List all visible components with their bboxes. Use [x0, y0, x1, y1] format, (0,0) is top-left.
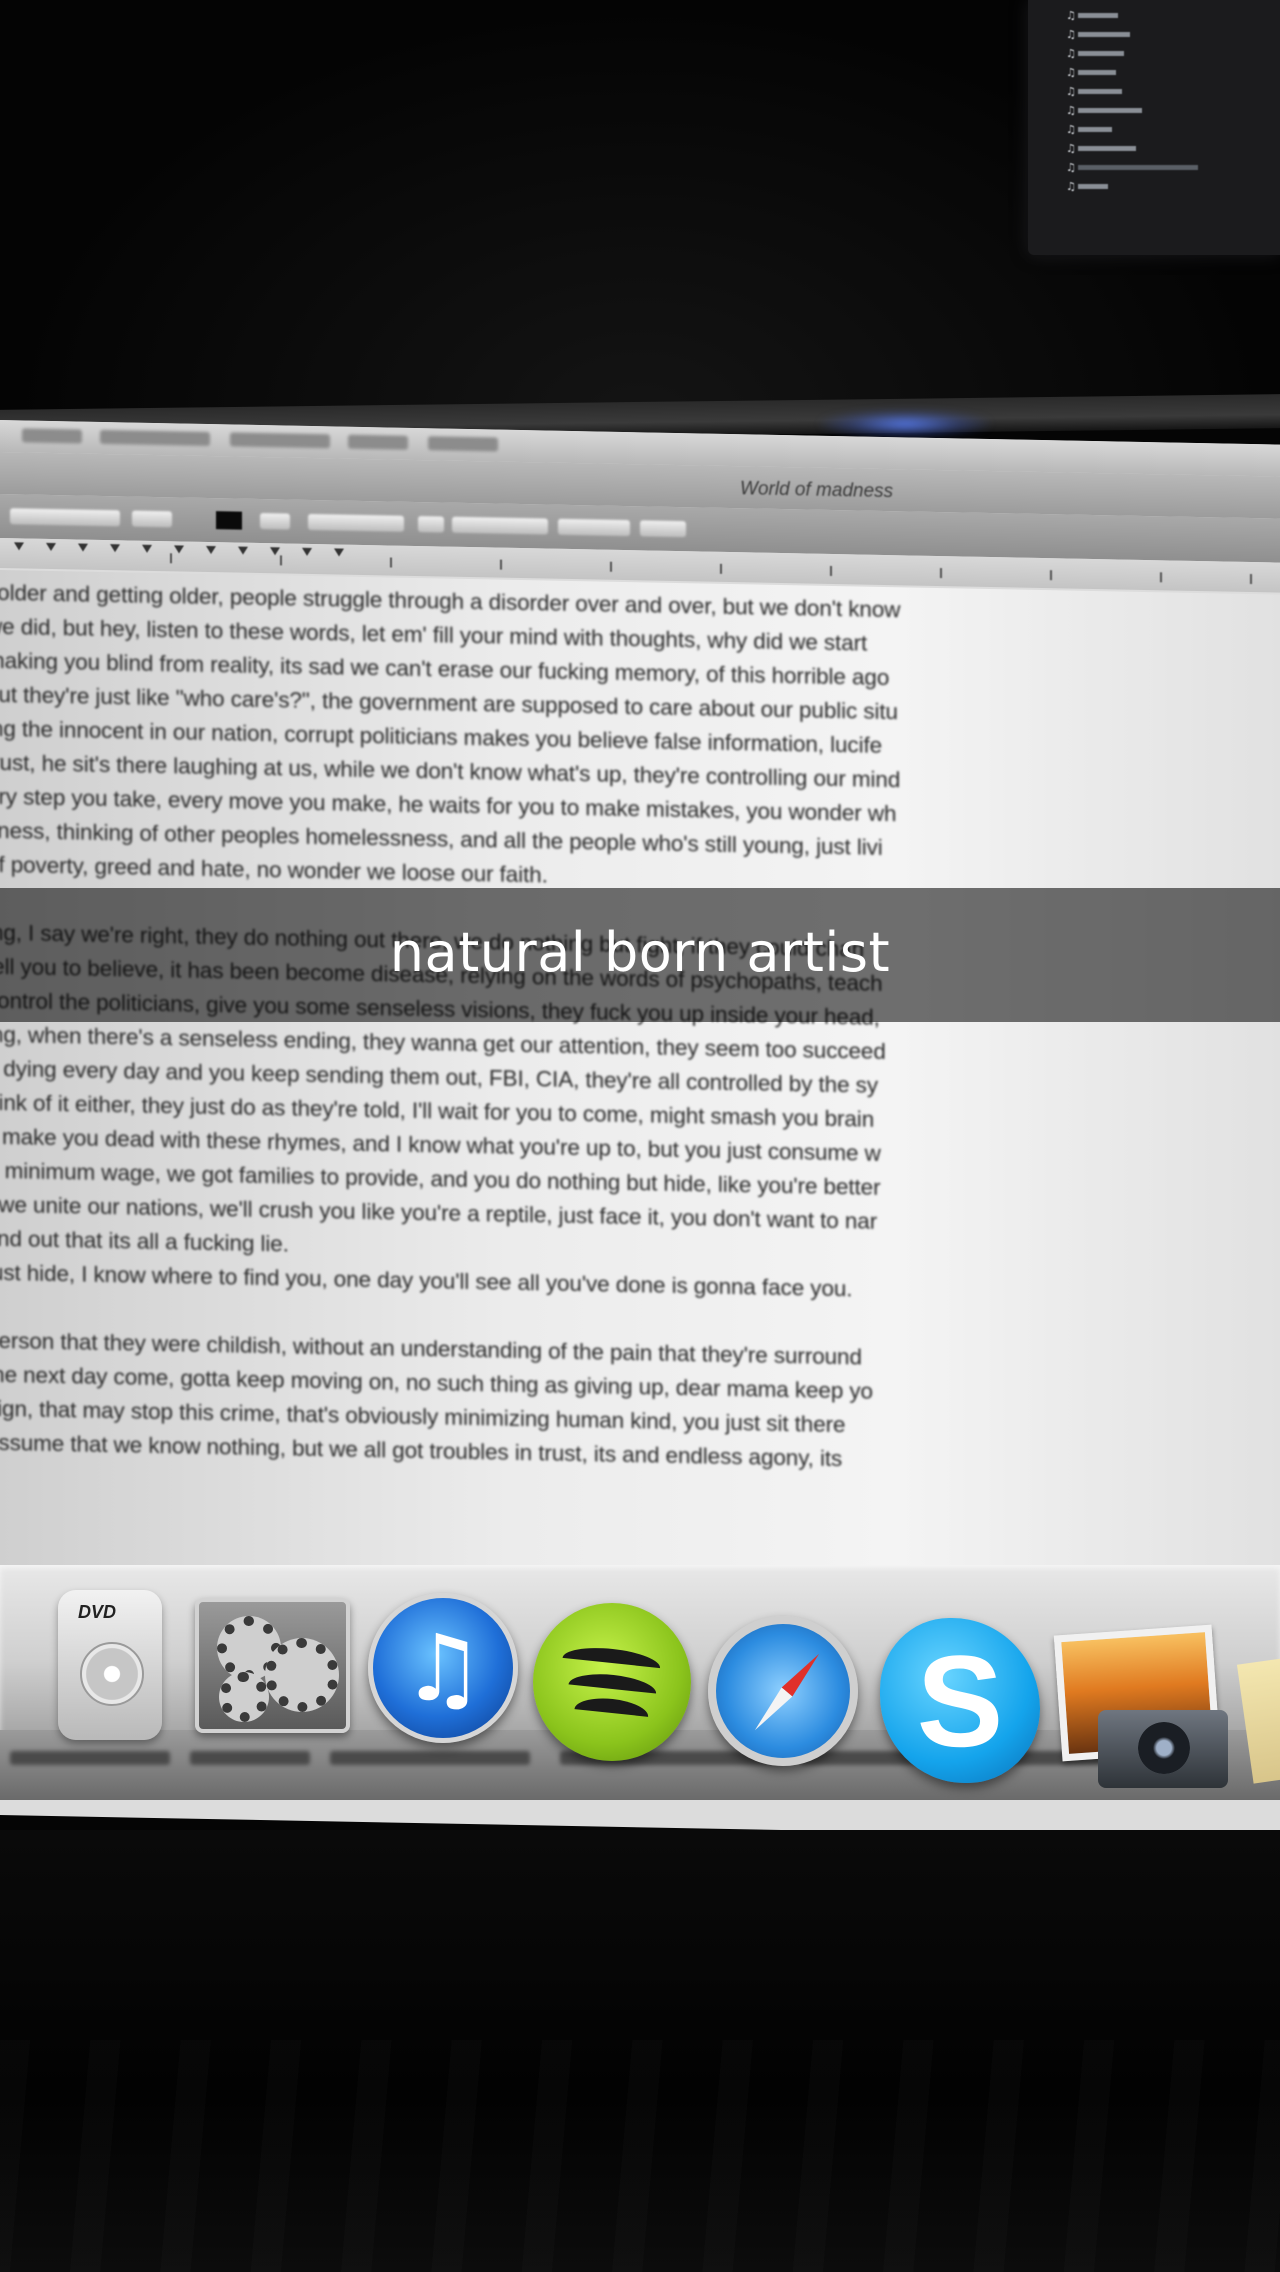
- tab-stop[interactable]: [78, 543, 88, 552]
- playlist-row[interactable]: ♫: [1066, 63, 1280, 82]
- itunes-icon[interactable]: ♫: [368, 1593, 518, 1743]
- iphoto-icon[interactable]: [1053, 1624, 1228, 1795]
- text-color-swatch[interactable]: [216, 511, 242, 530]
- lyrics-text: colder and getting older, people struggl…: [0, 576, 1280, 1487]
- tab-stop[interactable]: [238, 546, 248, 555]
- menu-item[interactable]: [100, 429, 210, 447]
- playlist-row[interactable]: ♫: [1066, 101, 1280, 120]
- playlist-row[interactable]: ♫: [1066, 139, 1280, 158]
- tab-stop[interactable]: [110, 544, 120, 553]
- menu-item[interactable]: [428, 436, 498, 452]
- tab-stop[interactable]: [142, 544, 152, 553]
- playlist-row[interactable]: ♫: [1066, 177, 1280, 196]
- tab-stop[interactable]: [174, 545, 184, 554]
- playlist-row[interactable]: ♫: [1066, 25, 1280, 44]
- tab-stop[interactable]: [46, 542, 56, 552]
- tab-stop[interactable]: [270, 547, 280, 556]
- ruler-tick: [500, 559, 502, 570]
- music-note-icon: ♫: [1066, 66, 1076, 79]
- camera-icon: [1098, 1710, 1228, 1788]
- desk-texture: [0, 2040, 1280, 2272]
- music-note-icon: ♫: [1066, 142, 1076, 155]
- compass-needle-icon: [749, 1687, 793, 1735]
- disc-icon: [80, 1642, 144, 1706]
- list-dropdown[interactable]: [640, 520, 686, 538]
- align-group[interactable]: [452, 516, 548, 535]
- caption-bar: natural born artist: [0, 888, 1280, 1022]
- bold-italic-group[interactable]: [308, 513, 404, 532]
- music-note-icon: ♫: [401, 1614, 485, 1722]
- document-title: World of madness: [740, 478, 894, 503]
- ruler-tick: [830, 565, 832, 576]
- spacing-dropdown[interactable]: [558, 518, 630, 537]
- ruler-tick: [1050, 570, 1052, 581]
- photo: ♫ ♫ ♫ ♫ ♫ ♫ ♫ ♫ ♫ ♫ World of madness col…: [0, 0, 1280, 2272]
- dvd-player-icon[interactable]: DVD: [58, 1590, 162, 1740]
- music-note-icon: ♫: [1066, 85, 1076, 98]
- tab-stop[interactable]: [334, 548, 344, 557]
- skype-s-icon: S: [916, 1627, 1004, 1774]
- music-note-icon: ♫: [1066, 9, 1076, 22]
- music-note-icon: ♫: [1066, 28, 1076, 41]
- playlist-row[interactable]: ♫: [1066, 158, 1280, 177]
- playlist-row[interactable]: ♫: [1066, 6, 1280, 25]
- ruler-tick: [170, 553, 172, 564]
- ruler-tick: [1250, 574, 1252, 585]
- highlight-button[interactable]: [260, 512, 290, 530]
- ruler-tick: [390, 557, 392, 568]
- menu-item[interactable]: [348, 434, 408, 450]
- compass-needle-icon: [781, 1649, 825, 1697]
- music-note-icon: ♫: [1066, 161, 1076, 174]
- playlist-panel: ♫ ♫ ♫ ♫ ♫ ♫ ♫ ♫ ♫ ♫: [1028, 0, 1280, 255]
- ruler-tick: [280, 555, 282, 566]
- tab-stop[interactable]: [14, 542, 24, 551]
- system-preferences-icon[interactable]: [195, 1598, 350, 1733]
- underline-button[interactable]: [418, 516, 444, 533]
- menu-item[interactable]: [230, 432, 330, 449]
- caption-text: natural born artist: [389, 920, 891, 984]
- spotify-icon[interactable]: [533, 1603, 691, 1761]
- music-note-icon: ♫: [1066, 123, 1076, 136]
- tab-stop[interactable]: [302, 547, 312, 556]
- ruler-tick: [610, 561, 612, 572]
- menu-item[interactable]: [22, 428, 82, 444]
- safari-icon[interactable]: [708, 1616, 858, 1766]
- music-note-icon: ♫: [1066, 104, 1076, 117]
- playlist-row[interactable]: ♫: [1066, 120, 1280, 139]
- playlist-row[interactable]: ♫: [1066, 82, 1280, 101]
- document-page[interactable]: colder and getting older, people struggl…: [0, 570, 1280, 1735]
- style-dropdown[interactable]: [10, 508, 120, 527]
- music-note-icon: ♫: [1066, 47, 1076, 60]
- font-size-field[interactable]: [132, 510, 172, 528]
- ruler-tick: [940, 568, 942, 579]
- webcam-light: [820, 410, 990, 438]
- music-note-icon: ♫: [1066, 180, 1076, 193]
- tab-stop[interactable]: [206, 545, 216, 555]
- playlist-row[interactable]: ♫: [1066, 44, 1280, 63]
- ruler-tick: [720, 563, 722, 574]
- ruler-tick: [1160, 572, 1162, 583]
- dvd-logo: DVD: [78, 1602, 117, 1622]
